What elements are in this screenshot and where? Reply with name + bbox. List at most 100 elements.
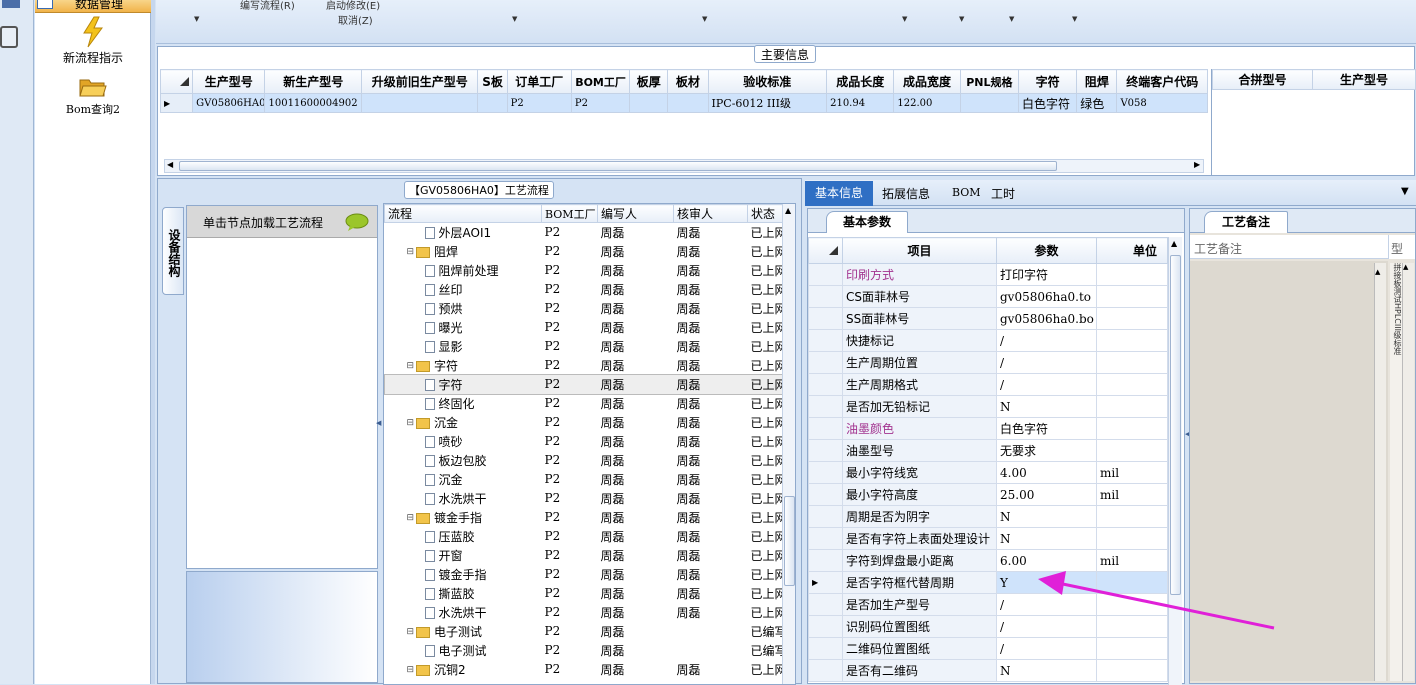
- column-header[interactable]: 项目: [842, 237, 997, 264]
- tree-row[interactable]: 终固化P2周磊周磊已上网: [385, 394, 783, 413]
- tree-cell-writer[interactable]: 周磊: [598, 299, 674, 318]
- row-header[interactable]: [808, 417, 843, 440]
- table-cell[interactable]: 10011600004902: [264, 93, 362, 113]
- edit-flow-button[interactable]: 编写流程(R): [240, 0, 295, 12]
- tree-row[interactable]: 曝光P2周磊周磊已上网: [385, 318, 783, 337]
- tree-cell-bom[interactable]: P2: [542, 337, 598, 356]
- tree-cell-status[interactable]: 已上网: [748, 546, 783, 565]
- tree-row[interactable]: 沉金P2周磊周磊已上网: [385, 470, 783, 489]
- column-header[interactable]: 板材: [667, 69, 709, 94]
- tree-cell-reviewer[interactable]: 周磊: [674, 451, 748, 470]
- tree-cell-reviewer[interactable]: 周磊: [674, 489, 748, 508]
- tree-node[interactable]: 压蓝胶: [385, 527, 542, 546]
- collapse-icon[interactable]: ⊟: [407, 665, 415, 675]
- param-value[interactable]: N: [996, 659, 1097, 682]
- chevron-down-icon[interactable]: ▼: [1401, 186, 1409, 197]
- tree-cell-status[interactable]: 已上网: [748, 299, 783, 318]
- tree-node[interactable]: 撕蓝胶: [385, 584, 542, 603]
- row-header[interactable]: [808, 483, 843, 506]
- vertical-scrollbar[interactable]: ▲: [1374, 263, 1386, 681]
- tree-row[interactable]: 丝印P2周磊周磊已上网: [385, 280, 783, 299]
- collapse-icon[interactable]: ⊟: [407, 361, 415, 371]
- tree-cell-reviewer[interactable]: 周磊: [674, 223, 748, 242]
- tree-cell-status[interactable]: 已上网: [748, 660, 783, 679]
- tree-cell-status[interactable]: 已上网: [748, 584, 783, 603]
- table-cell[interactable]: 绿色: [1076, 93, 1118, 113]
- tree-row[interactable]: 外层AOI1P2周磊周磊已上网: [385, 223, 783, 242]
- param-value[interactable]: /: [996, 637, 1097, 660]
- tree-cell-reviewer[interactable]: 周磊: [674, 337, 748, 356]
- start-modify-button[interactable]: 启动修改(E): [326, 0, 380, 12]
- chevron-down-icon[interactable]: ▼: [902, 15, 907, 23]
- row-header[interactable]: [808, 593, 843, 616]
- tree-row[interactable]: 压蓝胶P2周磊周磊已上网: [385, 527, 783, 546]
- tree-cell-status[interactable]: 已上网: [748, 375, 783, 394]
- column-header[interactable]: 生产型号: [192, 69, 266, 94]
- tree-cell-bom[interactable]: P2: [542, 660, 598, 679]
- chevron-down-icon[interactable]: ▼: [959, 15, 964, 23]
- tree-cell-status[interactable]: 已上网: [748, 223, 783, 242]
- row-header[interactable]: [808, 637, 843, 660]
- tree-row[interactable]: 喷砂P2周磊周磊已上网: [385, 432, 783, 451]
- tree-cell-status[interactable]: 已上网: [748, 527, 783, 546]
- tree-cell-writer[interactable]: 周磊: [598, 565, 674, 584]
- tree-cell-bom[interactable]: P2: [542, 299, 598, 318]
- tree-cell-writer[interactable]: 周磊: [598, 603, 674, 622]
- tree-cell-status[interactable]: 已上网: [748, 432, 783, 451]
- tree-node[interactable]: 水洗烘干: [385, 603, 542, 622]
- tree-cell-writer[interactable]: 周磊: [598, 280, 674, 299]
- calculator-icon[interactable]: [0, 26, 18, 48]
- vertical-scrollbar[interactable]: ▲: [1402, 263, 1414, 681]
- tree-row[interactable]: ⊟镀金手指P2周磊周磊已上网: [385, 508, 783, 527]
- column-header[interactable]: S板: [477, 69, 508, 94]
- tree-cell-writer[interactable]: 周磊: [598, 337, 674, 356]
- scrollbar-thumb[interactable]: [179, 161, 1057, 171]
- tree-cell-bom[interactable]: P2: [542, 394, 598, 413]
- tree-node[interactable]: ⊟ 镀金手指: [385, 508, 542, 527]
- param-value[interactable]: N: [996, 505, 1097, 528]
- tree-cell-reviewer[interactable]: 周磊: [674, 242, 748, 261]
- param-row[interactable]: 二维码位置图纸 /: [808, 637, 1168, 660]
- tree-row[interactable]: ⊟沉金P2周磊周磊已上网: [385, 413, 783, 432]
- tree-cell-reviewer[interactable]: 周磊: [674, 565, 748, 584]
- scroll-up-icon[interactable]: ▲: [785, 206, 791, 215]
- tree-cell-writer[interactable]: 周磊: [598, 527, 674, 546]
- header-corner[interactable]: [808, 237, 843, 264]
- param-row[interactable]: 印刷方式 打印字符: [808, 263, 1168, 286]
- row-header[interactable]: [808, 615, 843, 638]
- tree-cell-writer[interactable]: 周磊: [598, 622, 674, 641]
- tree-node[interactable]: 显影: [385, 337, 542, 356]
- tree-cell-bom[interactable]: P2: [542, 356, 598, 375]
- column-header[interactable]: 核审人: [673, 204, 748, 223]
- table-cell[interactable]: [360, 93, 479, 113]
- tree-cell-writer[interactable]: 周磊: [598, 375, 674, 394]
- tree-cell-status[interactable]: 已上网: [748, 451, 783, 470]
- tree-cell-writer[interactable]: 周磊: [598, 356, 674, 375]
- tree-cell-status[interactable]: 已编写: [748, 641, 783, 660]
- tree-cell-reviewer[interactable]: 周磊: [674, 546, 748, 565]
- row-header[interactable]: [808, 263, 843, 286]
- tree-cell-reviewer[interactable]: 周磊: [674, 584, 748, 603]
- collapse-icon[interactable]: ⊟: [407, 627, 415, 637]
- tree-cell-reviewer[interactable]: 周磊: [674, 660, 748, 679]
- tree-cell-reviewer[interactable]: [674, 622, 748, 641]
- tree-cell-reviewer[interactable]: 周磊: [674, 508, 748, 527]
- chevron-down-icon[interactable]: ▼: [702, 15, 707, 23]
- tree-node[interactable]: 板边包胶: [385, 451, 542, 470]
- param-row[interactable]: 是否加无铅标记 N: [808, 395, 1168, 418]
- tree-cell-status[interactable]: 已编写: [748, 622, 783, 641]
- tree-cell-status[interactable]: 已上网: [748, 318, 783, 337]
- tree-row[interactable]: 板边包胶P2周磊周磊已上网: [385, 451, 783, 470]
- tree-cell-writer[interactable]: 周磊: [598, 413, 674, 432]
- tab-work-hours[interactable]: 工时: [991, 185, 1015, 202]
- tree-cell-status[interactable]: 已上网: [748, 470, 783, 489]
- column-header[interactable]: 生产型号: [1312, 69, 1416, 90]
- tree-cell-status[interactable]: 已上网: [748, 242, 783, 261]
- column-header[interactable]: 状态: [747, 204, 783, 223]
- tree-cell-bom[interactable]: P2: [542, 261, 598, 280]
- tree-cell-reviewer[interactable]: 周磊: [674, 603, 748, 622]
- param-row[interactable]: 最小字符高度 25.00 mil: [808, 483, 1168, 506]
- tree-node[interactable]: 终固化: [385, 394, 542, 413]
- param-value[interactable]: N: [996, 527, 1097, 550]
- vertical-scrollbar[interactable]: ▲: [782, 204, 795, 684]
